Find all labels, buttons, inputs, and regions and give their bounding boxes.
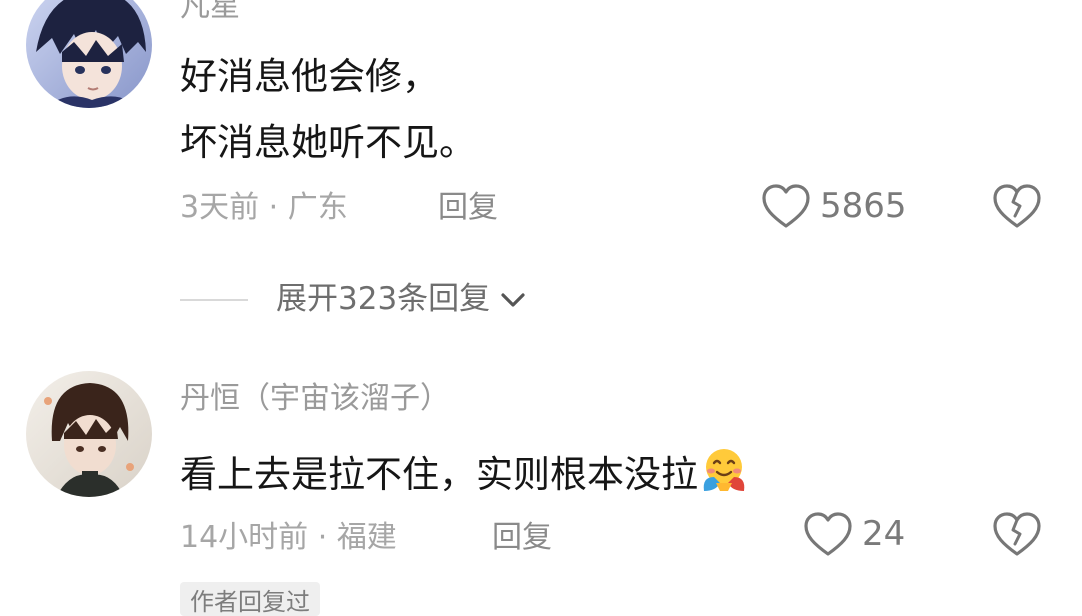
heart-outline-icon — [804, 512, 852, 556]
author-replied-badge: 作者回复过 — [180, 582, 320, 616]
meta-separator: · — [268, 190, 288, 225]
avatar-user-2[interactable] — [26, 371, 152, 497]
comment-text-line-2: 坏消息她听不见。 — [180, 121, 476, 164]
like-button[interactable]: 24 — [802, 510, 905, 558]
like-button[interactable]: 5865 — [760, 182, 907, 230]
reply-button[interactable]: 回复 — [438, 193, 498, 223]
avatar-image — [26, 371, 152, 497]
like-count: 24 — [862, 514, 906, 554]
expand-replies-label: 展开323条回复 — [276, 281, 491, 317]
expand-replies-button[interactable]: 展开323条回复 — [180, 284, 528, 315]
comment-meta: 14小时前 · 福建 — [180, 523, 397, 553]
broken-heart-icon — [993, 184, 1041, 228]
chevron-down-icon — [501, 292, 525, 307]
comment-time: 14小时前 — [180, 520, 309, 555]
dislike-button[interactable] — [990, 510, 1044, 562]
reply-button[interactable]: 回复 — [492, 523, 552, 553]
comment-text: 看上去是拉不住，实则根本没拉 — [180, 453, 698, 496]
meta-separator: · — [317, 520, 337, 555]
divider-line — [180, 298, 248, 301]
comment-text-line-1: 看上去是拉不住，实则根本没拉 — [180, 447, 750, 493]
username[interactable]: 丹恒（宇宙该溜子） — [180, 384, 450, 414]
comment-time: 3天前 — [180, 190, 260, 225]
like-count: 5865 — [820, 186, 907, 226]
comment-text-line-1: 好消息他会修， — [180, 55, 439, 98]
avatar-image — [26, 0, 152, 108]
comment-location: 广东 — [287, 190, 348, 225]
avatar-user-1[interactable] — [26, 0, 152, 108]
smiling-face-hugging-emoji — [703, 449, 745, 491]
dislike-button[interactable] — [990, 182, 1044, 234]
broken-heart-icon — [993, 512, 1041, 556]
comment-location: 福建 — [336, 520, 397, 555]
heart-outline-icon — [762, 184, 810, 228]
username[interactable]: 凡星 — [180, 0, 240, 22]
comment-meta: 3天前 · 广东 — [180, 193, 348, 223]
